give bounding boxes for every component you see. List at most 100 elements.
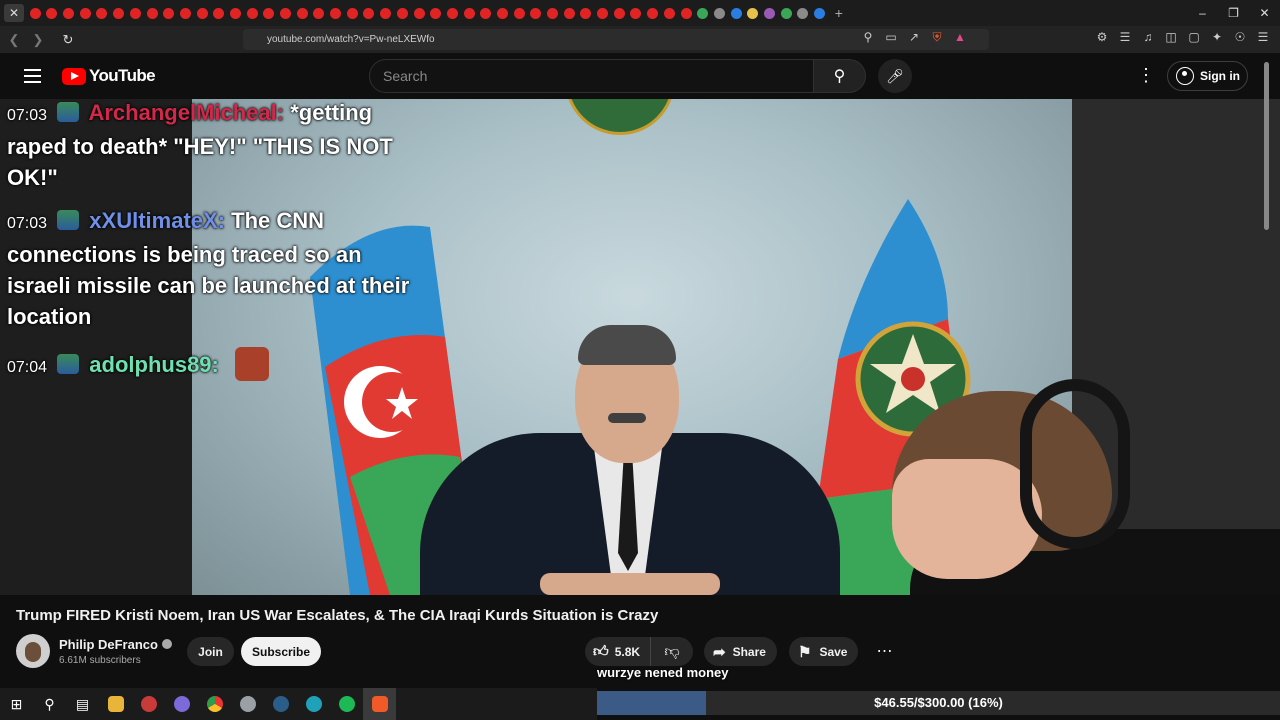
channel-avatar[interactable] bbox=[16, 634, 50, 668]
sidebar-icon[interactable]: ◫ bbox=[1164, 30, 1178, 45]
browser-tab[interactable] bbox=[580, 7, 592, 19]
brave-shield-icon[interactable]: ⛨ bbox=[930, 30, 944, 45]
browser-tab[interactable] bbox=[330, 7, 342, 19]
browser-tab[interactable] bbox=[547, 7, 558, 19]
browser-tab[interactable] bbox=[396, 7, 408, 19]
edge-icon[interactable] bbox=[297, 688, 330, 720]
rewards-icon[interactable]: ▲ bbox=[953, 30, 967, 45]
browser-tab[interactable] bbox=[780, 7, 792, 19]
browser-tab[interactable] bbox=[697, 7, 709, 19]
menu-icon[interactable]: ☰ bbox=[1256, 30, 1270, 45]
taskbar-search-icon[interactable]: ⚲ bbox=[33, 688, 66, 720]
browser-tab[interactable] bbox=[446, 7, 458, 19]
browser-tab[interactable] bbox=[113, 7, 125, 19]
settings-more-icon[interactable]: ⋮ bbox=[1137, 65, 1155, 86]
browser-tab[interactable] bbox=[730, 7, 742, 19]
active-tab-close-button[interactable]: ✕ bbox=[4, 4, 24, 22]
share-button[interactable]: ➦ Share bbox=[704, 637, 777, 666]
file-explorer-icon[interactable] bbox=[99, 688, 132, 720]
voice-search-button[interactable]: 🎤︎ bbox=[878, 59, 912, 93]
cast-icon[interactable]: ▭ bbox=[884, 30, 898, 45]
chat-message: 07:04 adolphus89: bbox=[7, 347, 427, 383]
join-button[interactable]: Join bbox=[187, 637, 234, 666]
share-page-icon[interactable]: ↗ bbox=[907, 30, 921, 45]
browser-tab[interactable] bbox=[663, 7, 675, 19]
maximize-button[interactable]: ❐ bbox=[1218, 0, 1249, 26]
browser-tab[interactable] bbox=[747, 7, 759, 19]
chrome-icon[interactable] bbox=[198, 688, 231, 720]
like-button[interactable]: 👍︎ 5.8K bbox=[585, 637, 651, 666]
youtube-logo[interactable]: YouTube bbox=[62, 66, 156, 86]
channel-name[interactable]: Philip DeFranco bbox=[59, 637, 172, 652]
browser-tab[interactable] bbox=[496, 7, 508, 19]
browser-tab[interactable] bbox=[263, 7, 275, 19]
browser-tab[interactable] bbox=[413, 7, 425, 19]
search-button[interactable]: ⚲ bbox=[814, 59, 866, 93]
steam-icon[interactable] bbox=[264, 688, 297, 720]
app-icon-gray[interactable] bbox=[231, 688, 264, 720]
browser-tab[interactable] bbox=[346, 7, 358, 19]
back-icon[interactable]: ❮ bbox=[4, 32, 24, 48]
browser-tab[interactable] bbox=[229, 7, 241, 19]
browser-tab[interactable] bbox=[597, 7, 609, 19]
browser-tab[interactable] bbox=[363, 7, 375, 19]
browser-tab[interactable] bbox=[213, 7, 225, 19]
browser-tab[interactable] bbox=[513, 7, 525, 19]
browser-tab[interactable] bbox=[630, 7, 642, 19]
chat-timestamp: 07:03 bbox=[7, 215, 48, 232]
browser-tab[interactable] bbox=[430, 7, 442, 19]
browser-tab[interactable] bbox=[246, 7, 258, 19]
browser-tab[interactable] bbox=[797, 7, 809, 19]
browser-tab[interactable] bbox=[46, 7, 58, 19]
browser-tab[interactable] bbox=[647, 7, 659, 19]
reload-icon[interactable]: ↻ bbox=[58, 32, 78, 48]
browser-tab[interactable] bbox=[196, 7, 208, 19]
leo-icon[interactable]: ✦ bbox=[1210, 30, 1224, 45]
save-button[interactable]: ⚑ Save bbox=[789, 637, 858, 666]
browser-tab[interactable] bbox=[79, 7, 91, 19]
browser-tab[interactable] bbox=[530, 7, 542, 19]
extensions-icon[interactable]: ⚙ bbox=[1095, 30, 1109, 45]
app-icon-red[interactable] bbox=[132, 688, 165, 720]
close-window-button[interactable]: ✕ bbox=[1249, 0, 1280, 26]
subscribe-button[interactable]: Subscribe bbox=[241, 637, 321, 666]
zoom-icon[interactable]: ⚲ bbox=[861, 30, 875, 45]
browser-tab[interactable] bbox=[563, 7, 575, 19]
browser-tab[interactable] bbox=[680, 7, 692, 19]
browser-tab[interactable] bbox=[146, 7, 158, 19]
browser-tab[interactable] bbox=[463, 7, 475, 19]
start-icon[interactable]: ⊞ bbox=[0, 688, 33, 720]
browser-tab[interactable] bbox=[129, 7, 141, 19]
browser-tab[interactable] bbox=[63, 7, 75, 19]
browser-tab[interactable] bbox=[713, 7, 725, 19]
dislike-button[interactable]: 👎︎ bbox=[651, 643, 693, 661]
sign-in-button[interactable]: Sign in bbox=[1167, 61, 1248, 91]
more-actions-icon[interactable]: ⋯ bbox=[870, 637, 899, 666]
task-view-icon[interactable]: ▤ bbox=[66, 688, 99, 720]
browser-tab[interactable] bbox=[280, 7, 291, 19]
browser-tab[interactable] bbox=[480, 7, 492, 19]
menu-hamburger-icon[interactable] bbox=[24, 69, 41, 83]
browser-tab[interactable] bbox=[29, 7, 41, 19]
browser-tab[interactable] bbox=[313, 7, 325, 19]
browser-tab[interactable] bbox=[179, 7, 191, 19]
vpn-icon[interactable]: ☉ bbox=[1233, 30, 1247, 45]
spotify-icon[interactable] bbox=[330, 688, 363, 720]
minimize-button[interactable]: – bbox=[1187, 0, 1218, 26]
browser-tab[interactable] bbox=[96, 7, 108, 19]
browser-tab[interactable] bbox=[763, 7, 775, 19]
music-icon[interactable]: ♫ bbox=[1141, 30, 1155, 45]
browser-tab[interactable] bbox=[296, 7, 308, 19]
browser-tab[interactable] bbox=[163, 7, 175, 19]
new-tab-button[interactable]: + bbox=[835, 5, 843, 21]
reading-list-icon[interactable]: ☰ bbox=[1118, 30, 1132, 45]
wallet-icon[interactable]: ▢ bbox=[1187, 30, 1201, 45]
app-icon-purple[interactable] bbox=[165, 688, 198, 720]
brave-icon[interactable] bbox=[363, 688, 396, 720]
page-scrollbar[interactable] bbox=[1264, 62, 1269, 230]
browser-tab[interactable] bbox=[380, 7, 392, 19]
browser-tab[interactable] bbox=[613, 7, 625, 19]
search-input[interactable] bbox=[369, 59, 814, 93]
browser-tab[interactable] bbox=[814, 7, 825, 19]
forward-icon[interactable]: ❯ bbox=[28, 32, 48, 48]
